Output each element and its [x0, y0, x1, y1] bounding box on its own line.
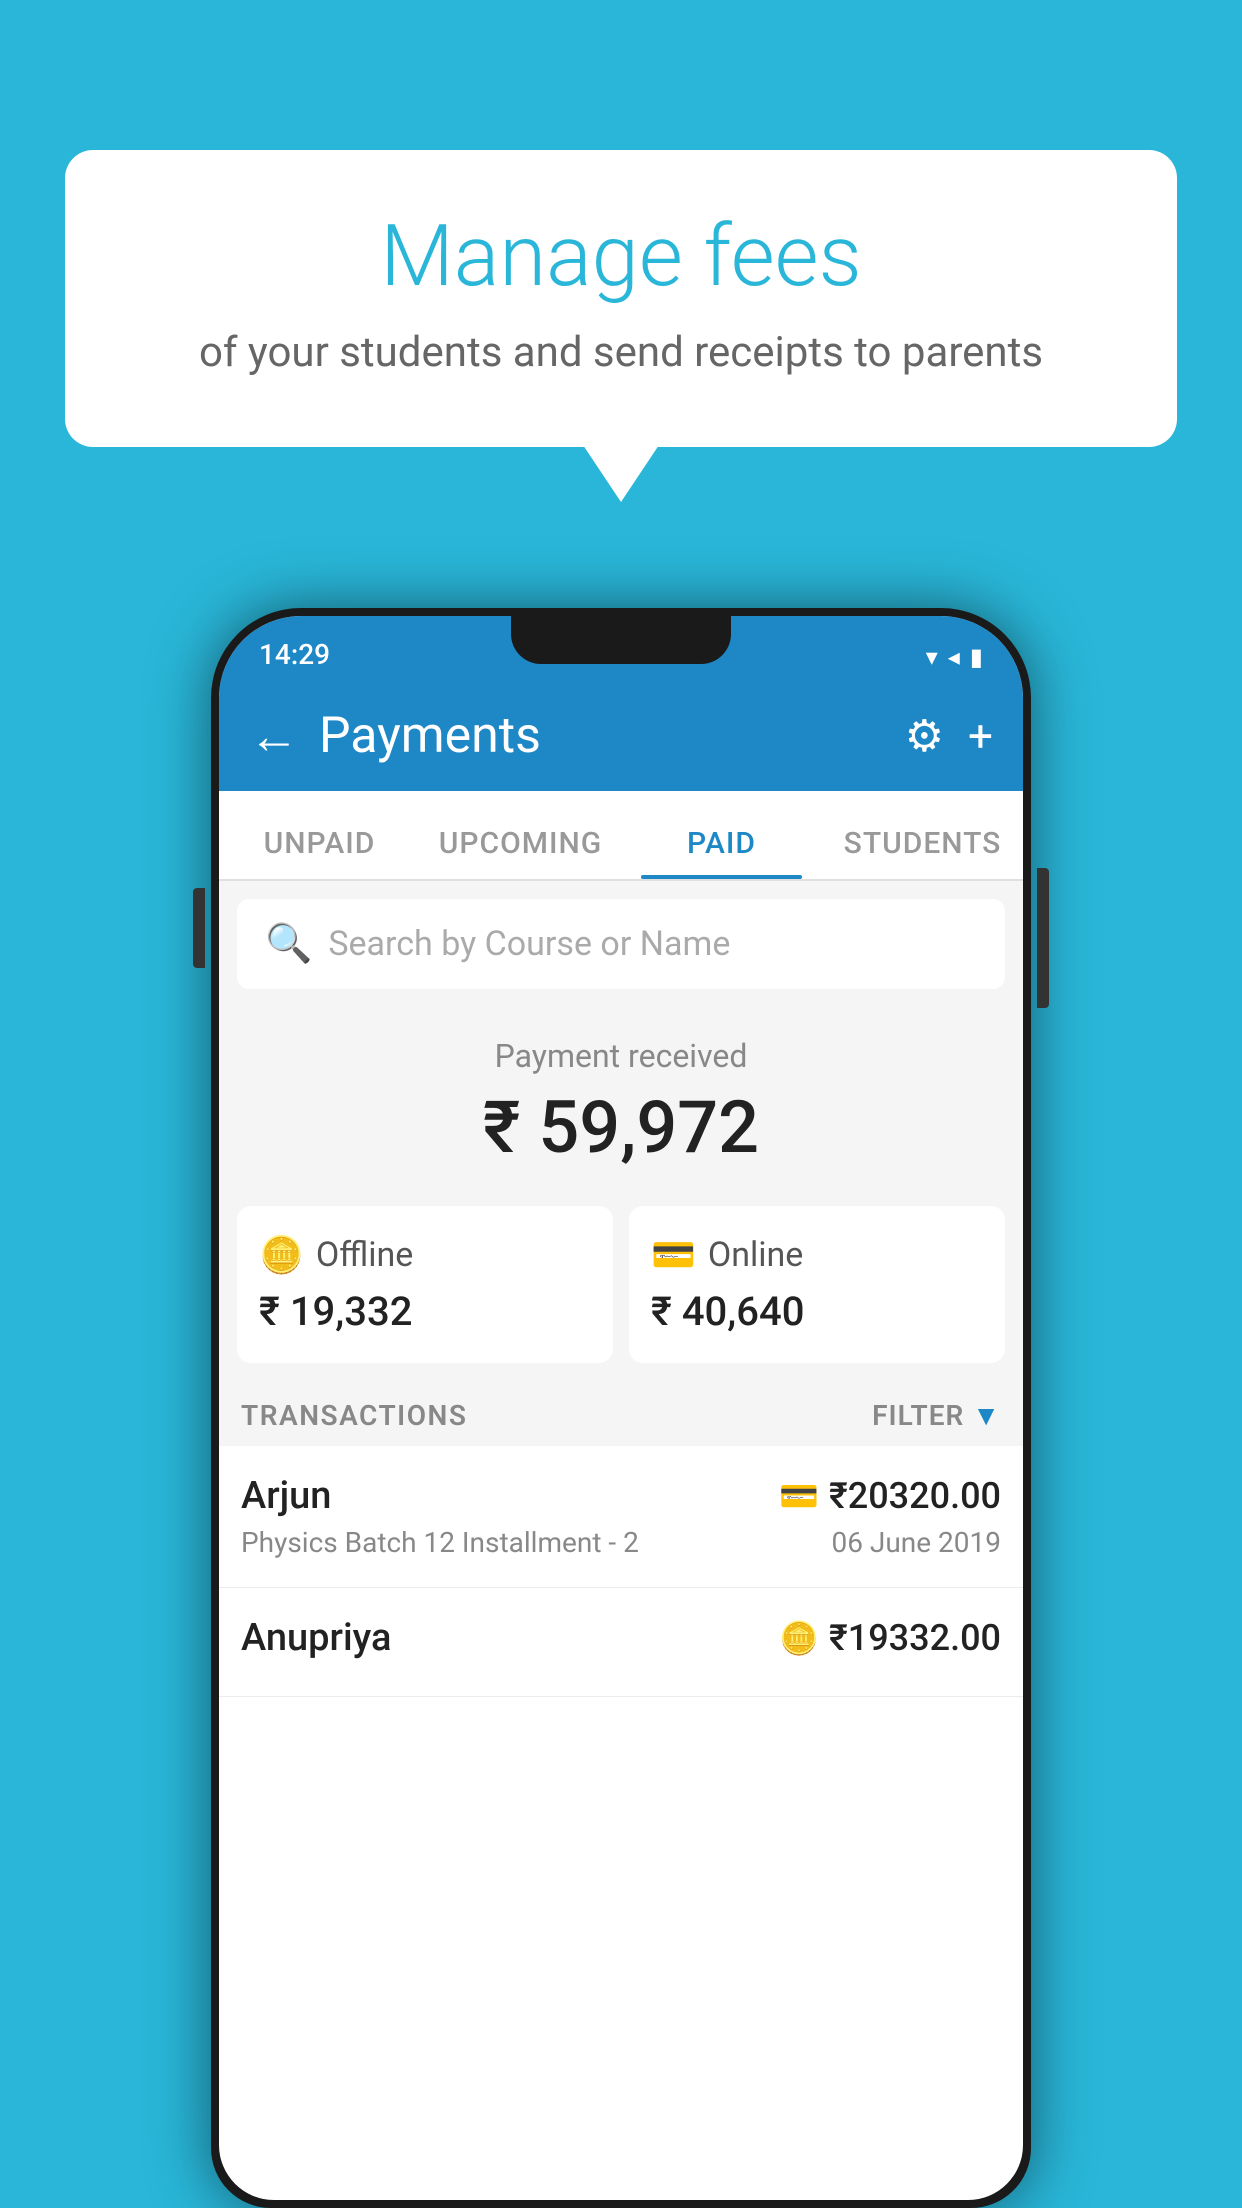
transaction-amount: ₹19332.00 [829, 1617, 1001, 1659]
transaction-name: Anupriya [241, 1616, 391, 1660]
filter-button[interactable]: FILTER ▼ [872, 1399, 1001, 1432]
transactions-label: TRANSACTIONS [241, 1399, 467, 1432]
filter-icon: ▼ [972, 1399, 1001, 1432]
status-time: 14:29 [259, 638, 330, 671]
transaction-top: Anupriya 🪙 ₹19332.00 [241, 1616, 1001, 1660]
online-amount: ₹ 40,640 [651, 1288, 983, 1335]
status-icons: ▾ ◂ ▮ [926, 643, 983, 671]
wifi-icon: ▾ [926, 643, 938, 671]
transaction-amount-wrap: 💳 ₹20320.00 [779, 1475, 1001, 1517]
offline-payment-card: 🪙 Offline ₹ 19,332 [237, 1206, 613, 1363]
transaction-bottom: Physics Batch 12 Installment - 2 06 June… [241, 1526, 1001, 1559]
online-payment-card: 💳 Online ₹ 40,640 [629, 1206, 1005, 1363]
transactions-header: TRANSACTIONS FILTER ▼ [219, 1379, 1023, 1446]
online-card-header: 💳 Online [651, 1234, 983, 1276]
phone-side-btn-left [193, 888, 205, 968]
signal-icon: ◂ [948, 643, 960, 671]
filter-label: FILTER [872, 1399, 964, 1432]
transaction-row[interactable]: Arjun 💳 ₹20320.00 Physics Batch 12 Insta… [219, 1446, 1023, 1588]
app-bar: ← Payments ⚙ + [219, 681, 1023, 791]
payment-received-amount: ₹ 59,972 [239, 1085, 1003, 1170]
transaction-name: Arjun [241, 1474, 331, 1518]
back-button[interactable]: ← [249, 707, 299, 766]
offline-icon: 🪙 [259, 1234, 304, 1276]
tab-bar: UNPAID UPCOMING PAID STUDENTS [219, 791, 1023, 881]
transaction-amount: ₹20320.00 [829, 1475, 1001, 1517]
transaction-desc: Physics Batch 12 Installment - 2 [241, 1526, 639, 1559]
offline-amount: ₹ 19,332 [259, 1288, 591, 1335]
tab-upcoming[interactable]: UPCOMING [420, 826, 621, 879]
payment-received-section: Payment received ₹ 59,972 [219, 1007, 1023, 1190]
speech-bubble-container: Manage fees of your students and send re… [65, 150, 1177, 447]
search-bar[interactable]: 🔍 Search by Course or Name [237, 899, 1005, 989]
app-bar-actions: ⚙ + [905, 710, 993, 762]
bubble-subtitle: of your students and send receipts to pa… [125, 328, 1117, 377]
search-icon: 🔍 [265, 922, 312, 966]
phone-frame: 14:29 ▾ ◂ ▮ ← Payments ⚙ + UNPAID UPCOMI… [211, 608, 1031, 2208]
payment-cards: 🪙 Offline ₹ 19,332 💳 Online ₹ 40,640 [219, 1190, 1023, 1379]
tab-unpaid[interactable]: UNPAID [219, 826, 420, 879]
offline-label: Offline [316, 1235, 413, 1275]
bubble-title: Manage fees [125, 210, 1117, 304]
offline-card-header: 🪙 Offline [259, 1234, 591, 1276]
transaction-type-icon: 💳 [779, 1477, 819, 1515]
online-icon: 💳 [651, 1234, 696, 1276]
add-button[interactable]: + [968, 710, 993, 762]
content-area: 🔍 Search by Course or Name Payment recei… [219, 881, 1023, 1697]
transaction-date: 06 June 2019 [831, 1526, 1001, 1559]
settings-button[interactable]: ⚙ [905, 710, 944, 762]
phone-screen: 14:29 ▾ ◂ ▮ ← Payments ⚙ + UNPAID UPCOMI… [219, 616, 1023, 2200]
payment-received-label: Payment received [239, 1037, 1003, 1075]
battery-icon: ▮ [970, 643, 983, 671]
online-label: Online [708, 1235, 804, 1275]
transaction-row[interactable]: Anupriya 🪙 ₹19332.00 [219, 1588, 1023, 1697]
search-placeholder: Search by Course or Name [328, 924, 730, 964]
phone-notch [511, 616, 731, 664]
transaction-top: Arjun 💳 ₹20320.00 [241, 1474, 1001, 1518]
app-title: Payments [319, 707, 885, 765]
tab-paid[interactable]: PAID [621, 826, 822, 879]
transaction-type-icon: 🪙 [779, 1619, 819, 1657]
phone-side-btn-right [1037, 868, 1049, 1008]
speech-bubble: Manage fees of your students and send re… [65, 150, 1177, 447]
transaction-amount-wrap: 🪙 ₹19332.00 [779, 1617, 1001, 1659]
tab-students[interactable]: STUDENTS [822, 826, 1023, 879]
